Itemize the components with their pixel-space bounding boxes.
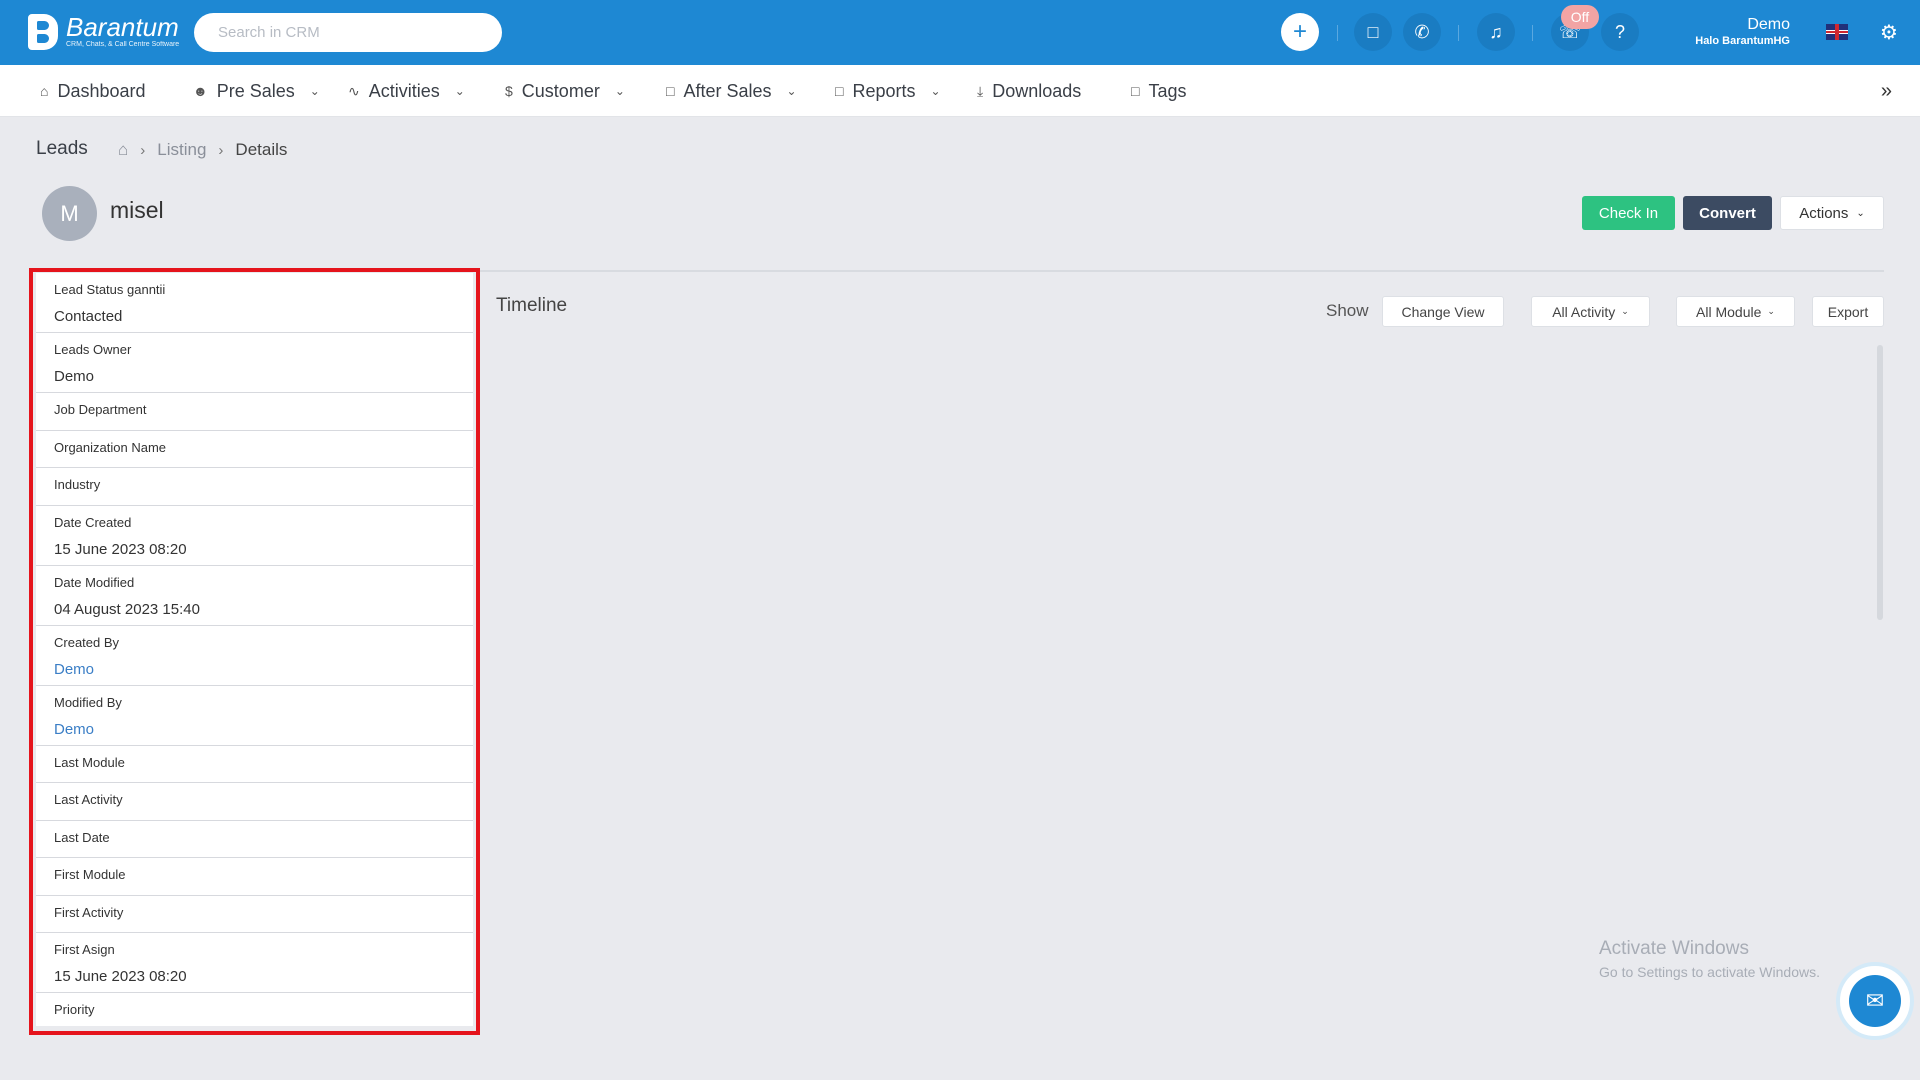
timeline-show-label: Show: [1326, 301, 1369, 320]
page-title: Leads: [36, 138, 88, 159]
breadcrumb-listing[interactable]: Listing: [157, 140, 206, 160]
download-icon: ⤓: [977, 82, 984, 99]
user-menu[interactable]: Demo Halo BarantumHG: [1695, 16, 1790, 48]
uk-flag-icon[interactable]: [1826, 24, 1848, 40]
chat-icon[interactable]: □: [1354, 13, 1392, 51]
actions-label: Actions: [1799, 204, 1849, 222]
chevron-down-icon: ⌄: [1856, 207, 1865, 219]
help-icon[interactable]: ?: [1601, 13, 1639, 51]
live-chat-widget[interactable]: ✉: [1836, 962, 1914, 1040]
home-icon[interactable]: ⌂: [118, 140, 128, 160]
folder-icon: □: [666, 83, 675, 99]
nav-item-tags[interactable]: □ Tags: [1131, 65, 1187, 117]
folder-icon: □: [1131, 83, 1140, 99]
all-activity-label: All Activity: [1552, 303, 1616, 320]
all-activity-dropdown[interactable]: All Activity ⌄: [1531, 296, 1650, 327]
convert-button[interactable]: Convert: [1683, 196, 1772, 230]
nav-item-label: After Sales: [683, 80, 772, 101]
folder-icon: □: [835, 83, 844, 99]
breadcrumb-separator: ›: [218, 141, 224, 159]
app-logo[interactable]: Barantum CRM, Chats, & Call Centre Softw…: [28, 14, 179, 50]
logo-tagline: CRM, Chats, & Call Centre Software: [66, 41, 180, 48]
breadcrumb-current: Details: [235, 140, 288, 159]
chevron-down-icon: ⌄: [614, 84, 625, 98]
nav-item-customer[interactable]: $ Customer ⌄: [505, 65, 625, 117]
nav-item-activities[interactable]: ∿ Activities ⌄: [348, 65, 465, 117]
actions-button[interactable]: Actions ⌄: [1780, 196, 1884, 230]
avatar: M: [42, 186, 97, 241]
check-in-button[interactable]: Check In: [1582, 196, 1675, 230]
chevron-down-icon: ⌄: [786, 84, 797, 98]
chevron-down-icon: ⌄: [930, 84, 941, 98]
nav-item-label: Customer: [521, 80, 600, 101]
nav-item-reports[interactable]: □ Reports ⌄: [835, 65, 941, 117]
record-name: misel: [110, 197, 164, 223]
nav-item-label: Pre Sales: [216, 80, 295, 101]
phone-icon[interactable]: ✆: [1403, 13, 1441, 51]
timeline-scrollbar[interactable]: [1877, 345, 1883, 620]
users-icon: ☻: [193, 83, 208, 99]
user-org: Halo BarantumHG: [1695, 35, 1790, 47]
chevron-down-icon: ⌄: [454, 84, 465, 98]
logo-mark-icon: [28, 14, 58, 50]
logo-name: Barantum: [66, 12, 179, 42]
nav-item-label: Dashboard: [57, 80, 146, 101]
main-nav: ⌂ Dashboard ☻ Pre Sales ⌄ ∿ Activities ⌄…: [0, 65, 1920, 117]
breadcrumb: ⌂ › Listing › Details: [118, 140, 287, 160]
double-chevron-right-icon[interactable]: »: [1881, 80, 1892, 103]
nav-item-dashboard[interactable]: ⌂ Dashboard: [40, 65, 146, 117]
dollar-icon: $: [505, 83, 513, 99]
breadcrumb-separator: ›: [140, 141, 146, 159]
nav-item-label: Downloads: [992, 80, 1082, 101]
nav-item-downloads[interactable]: ⤓ Downloads: [977, 65, 1081, 117]
gear-icon[interactable]: ⚙: [1880, 20, 1898, 45]
topbar-divider: [1337, 25, 1338, 41]
top-bar: Barantum CRM, Chats, & Call Centre Softw…: [0, 0, 1920, 65]
all-module-label: All Module: [1696, 303, 1762, 320]
all-module-dropdown[interactable]: All Module ⌄: [1676, 296, 1795, 327]
watermark-line2: Go to Settings to activate Windows.: [1599, 964, 1820, 980]
chat-bubble-icon: ✉: [1849, 975, 1901, 1027]
nav-item-pre-sales[interactable]: ☻ Pre Sales ⌄: [193, 65, 320, 117]
chevron-down-icon: ⌄: [1767, 306, 1775, 316]
timeline-title: Timeline: [496, 295, 568, 316]
add-icon[interactable]: +: [1281, 13, 1319, 51]
nav-item-label: Reports: [852, 80, 916, 101]
chevron-down-icon: ⌄: [1621, 306, 1629, 316]
user-name: Demo: [1747, 16, 1790, 33]
activity-icon: ∿: [348, 82, 360, 99]
home-icon: ⌂: [40, 83, 49, 99]
chevron-down-icon: ⌄: [309, 84, 320, 98]
nav-item-label: Activities: [368, 80, 440, 101]
topbar-divider: [1532, 25, 1533, 41]
search-input[interactable]: [194, 13, 502, 52]
export-button[interactable]: Export: [1812, 296, 1884, 327]
watermark-line1: Activate Windows: [1599, 938, 1749, 959]
softphone-status-badge: Off: [1561, 5, 1599, 29]
bell-icon[interactable]: ♫: [1477, 13, 1515, 51]
change-view-button[interactable]: Change View: [1382, 296, 1504, 327]
nav-item-after-sales[interactable]: □ After Sales ⌄: [666, 65, 797, 117]
activate-windows-watermark: Activate Windows Go to Settings to activ…: [1599, 938, 1820, 980]
nav-item-label: Tags: [1148, 80, 1187, 101]
topbar-divider: [1458, 25, 1459, 41]
header-divider: [478, 270, 1884, 272]
highlight-outline: [29, 268, 480, 1035]
